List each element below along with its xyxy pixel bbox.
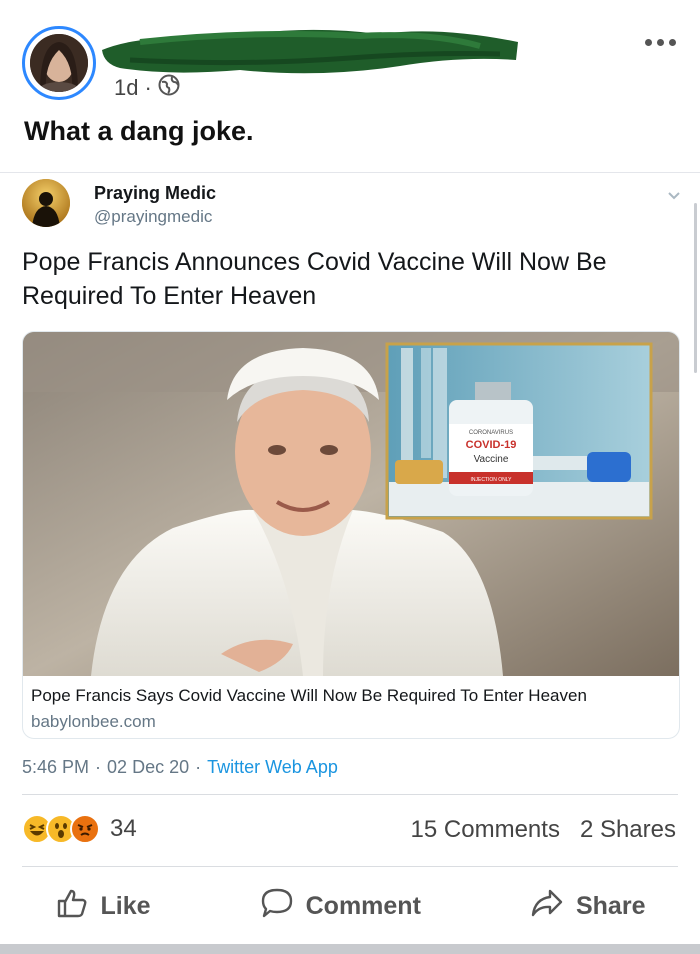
tweet-separator: · xyxy=(195,757,202,777)
like-button[interactable]: Like xyxy=(55,886,151,927)
comment-icon xyxy=(260,886,294,927)
meta-separator: · xyxy=(144,75,152,100)
bottom-edge xyxy=(0,944,700,954)
comment-button[interactable]: Comment xyxy=(260,886,421,927)
avatar xyxy=(30,34,88,92)
embedded-tweet[interactable]: Praying Medic @prayingmedic Pope Francis… xyxy=(0,172,700,792)
more-horizontal-icon xyxy=(644,38,652,46)
action-bar: Like Comment Share xyxy=(0,878,700,934)
tweet-source-app[interactable]: Twitter Web App xyxy=(207,757,338,778)
reaction-count: 34 xyxy=(110,815,137,842)
chevron-down-icon[interactable] xyxy=(664,189,684,203)
share-button[interactable]: Share xyxy=(530,886,645,927)
redacted-name xyxy=(100,20,520,82)
link-domain: babylonbee.com xyxy=(31,712,156,731)
comments-count[interactable]: 15 Comments xyxy=(411,816,560,844)
share-arrow-icon xyxy=(530,886,564,927)
tweet-author-handle[interactable]: @prayingmedic xyxy=(94,207,212,227)
post-meta: 1d · xyxy=(114,74,180,102)
link-preview-card[interactable]: CORONAVIRUS COVID-19 Vaccine INJECTION O… xyxy=(22,331,680,739)
divider xyxy=(22,794,678,795)
divider xyxy=(22,866,678,867)
dot xyxy=(656,38,664,46)
thumbs-up-icon xyxy=(55,886,89,927)
engagement-counts: 15 Comments 2 Shares xyxy=(411,816,676,844)
comment-label: Comment xyxy=(305,891,421,920)
tweet-avatar[interactable] xyxy=(22,179,70,227)
facebook-post: 1d · What a dang joke. Praying Medic @pr… xyxy=(0,0,700,954)
reactions-summary[interactable]: 34 xyxy=(22,814,137,844)
globe-icon xyxy=(158,74,180,102)
angry-icon xyxy=(70,814,100,844)
scrollbar[interactable] xyxy=(694,203,697,373)
share-label: Share xyxy=(575,891,646,920)
tweet-separator: · xyxy=(95,757,102,777)
post-timestamp[interactable]: 1d xyxy=(114,75,138,101)
link-preview-image: CORONAVIRUS COVID-19 Vaccine INJECTION O… xyxy=(23,332,679,676)
more-options-button[interactable] xyxy=(640,30,680,54)
shares-count[interactable]: 2 Shares xyxy=(580,816,676,844)
tweet-author-name[interactable]: Praying Medic xyxy=(94,183,216,204)
tweet-date[interactable]: 02 Dec 20 xyxy=(107,757,189,778)
like-label: Like xyxy=(100,891,151,920)
profile-avatar[interactable] xyxy=(22,26,96,100)
vaccine-label-bottom: INJECTION ONLY xyxy=(470,477,512,483)
tweet-time[interactable]: 5:46 PM xyxy=(22,757,89,778)
tweet-timestamp: 5:46 PM · 02 Dec 20 · Twitter Web App xyxy=(22,757,338,778)
vaccine-label-sub: Vaccine xyxy=(474,454,509,465)
vaccine-label-top: CORONAVIRUS xyxy=(469,430,513,436)
tweet-text: Pope Francis Announces Covid Vaccine Wil… xyxy=(22,248,607,310)
dot xyxy=(668,38,676,46)
link-title[interactable]: Pope Francis Says Covid Vaccine Will Now… xyxy=(31,686,587,706)
vaccine-label-name: COVID-19 xyxy=(466,439,517,451)
post-caption: What a dang joke. xyxy=(24,116,254,146)
